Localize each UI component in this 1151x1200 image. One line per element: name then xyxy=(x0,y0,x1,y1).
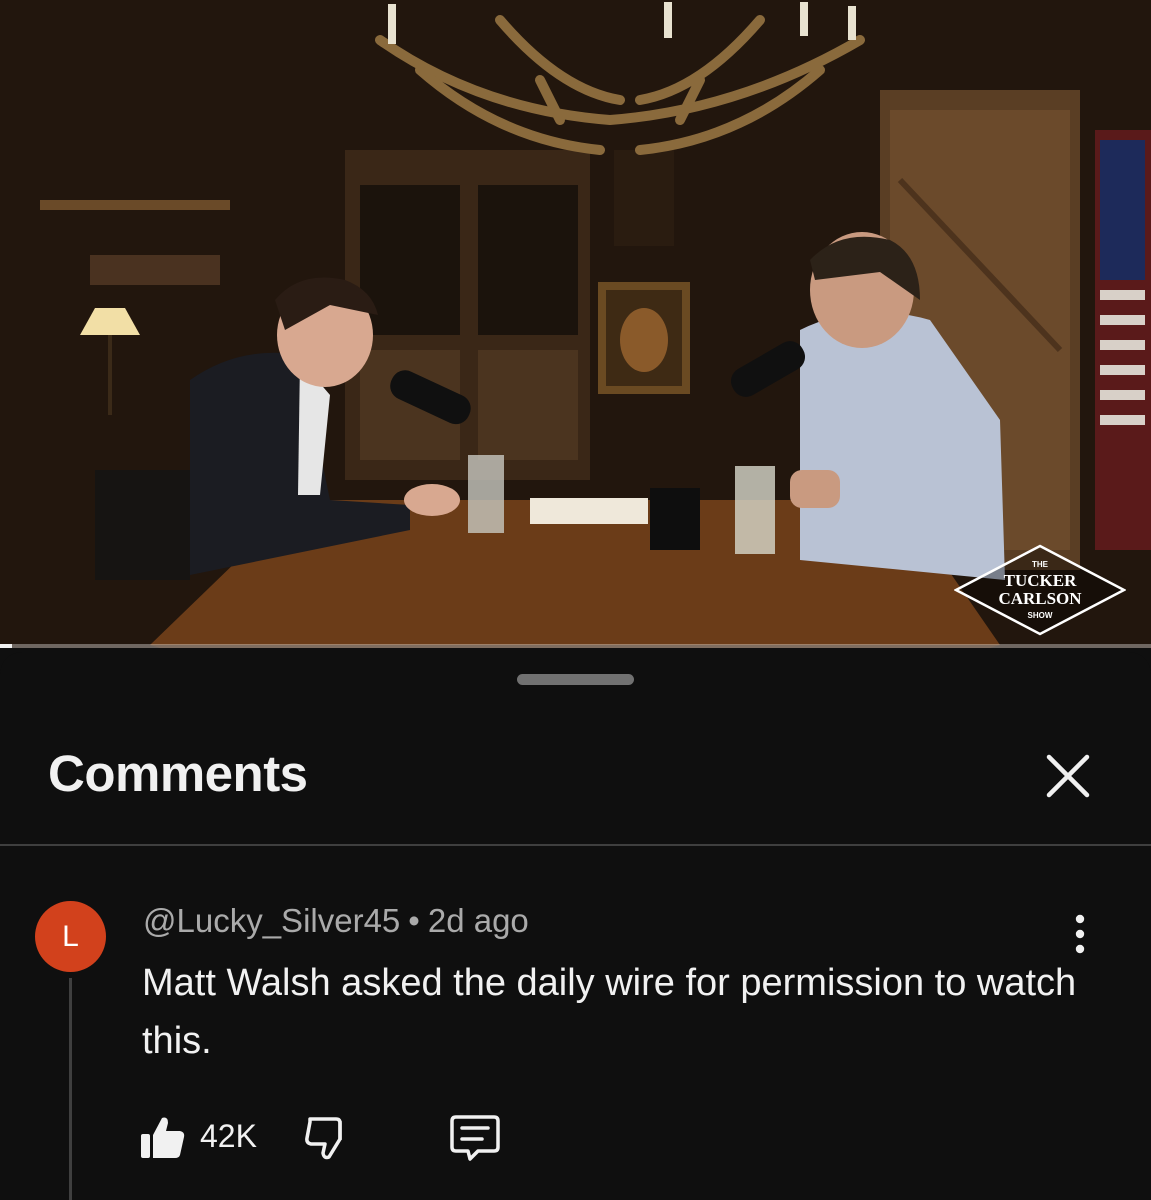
close-button[interactable] xyxy=(1040,748,1096,804)
logo-show: SHOW xyxy=(1027,611,1053,620)
comments-panel: Comments L @Lucky_Silver45 • 2d ago Matt W… xyxy=(0,652,1151,1200)
logo-the: THE xyxy=(1032,560,1048,569)
drag-handle[interactable] xyxy=(517,674,634,685)
comment-meta: @Lucky_Silver45 • 2d ago xyxy=(143,902,529,940)
logo-carlson: CARLSON xyxy=(998,589,1082,608)
video-progress-fill xyxy=(0,644,12,648)
close-icon xyxy=(1046,754,1090,798)
avatar-letter: L xyxy=(62,919,79,953)
avatar[interactable]: L xyxy=(35,901,106,972)
like-count: 42K xyxy=(200,1118,257,1154)
meta-separator: • xyxy=(408,902,420,939)
comment-item: L @Lucky_Silver45 • 2d ago Matt Walsh aske… xyxy=(0,846,1151,1200)
logo-tucker: TUCKER xyxy=(1003,571,1077,590)
channel-logo: THE TUCKER CARLSON SHOW xyxy=(954,544,1126,636)
reply-button[interactable] xyxy=(446,1108,504,1168)
more-vertical-icon xyxy=(1075,914,1085,954)
like-button[interactable] xyxy=(136,1108,190,1168)
video-player[interactable]: THE TUCKER CARLSON SHOW xyxy=(0,0,1151,648)
video-progress-bar[interactable] xyxy=(0,644,1151,648)
comment-author[interactable]: @Lucky_Silver45 xyxy=(143,902,400,939)
comment-actions: 42K xyxy=(136,1108,536,1168)
dislike-button[interactable] xyxy=(300,1108,354,1168)
comment-time: 2d ago xyxy=(427,902,529,939)
comment-text: Matt Walsh asked the daily wire for perm… xyxy=(142,962,1077,1062)
thumbs-down-icon xyxy=(305,1117,342,1160)
panel-title: Comments xyxy=(48,745,308,802)
reply-icon xyxy=(450,1115,500,1161)
thumbs-up-icon xyxy=(141,1117,185,1158)
thread-line xyxy=(69,978,72,1200)
